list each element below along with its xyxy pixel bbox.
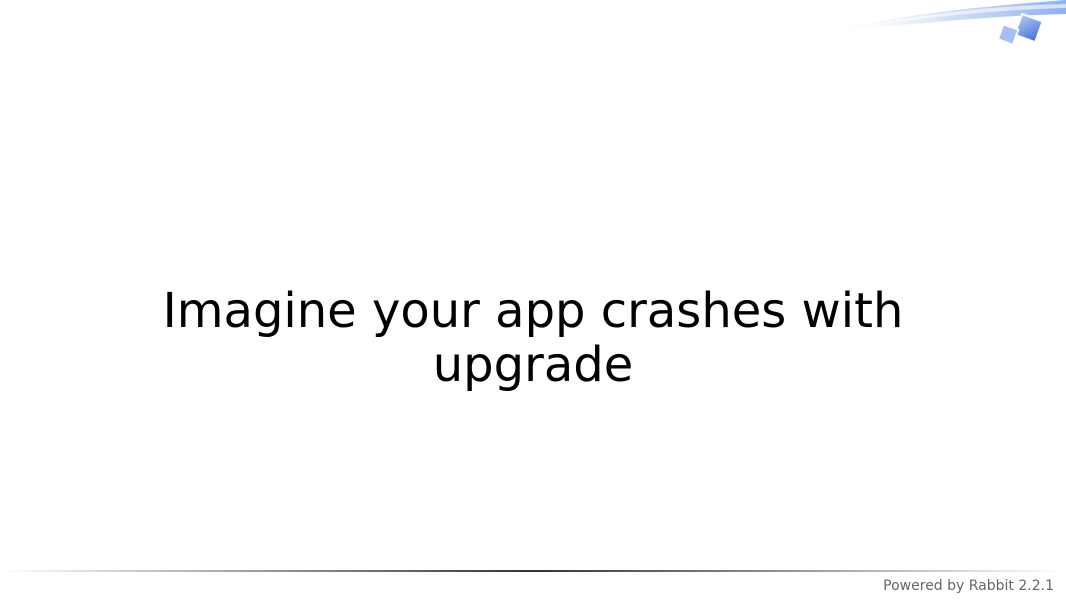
slide: Imagine your app crashes with upgrade Po…	[0, 0, 1066, 600]
corner-swoosh-decoration	[826, 0, 1066, 47]
footer-divider	[0, 570, 1066, 572]
footer-credit: Powered by Rabbit 2.2.1	[883, 578, 1054, 594]
slide-title: Imagine your app crashes with upgrade	[162, 283, 904, 393]
